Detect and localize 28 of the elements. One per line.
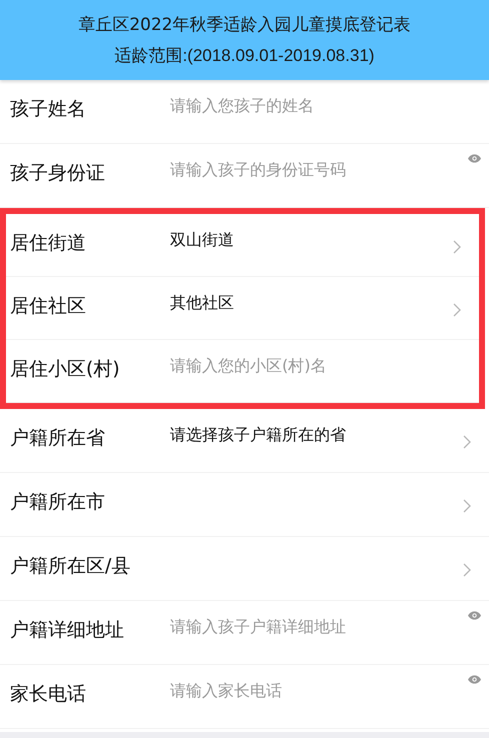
form-title: 章丘区2022年秋季适龄入园儿童摸底登记表 <box>78 14 411 36</box>
field-label: 居住街道 <box>10 231 87 256</box>
eye-icon[interactable] <box>468 154 481 163</box>
field-label: 户籍所在市 <box>10 490 106 515</box>
eye-icon[interactable] <box>468 675 481 684</box>
select-field[interactable]: 请选择孩子户籍所在的省 <box>170 421 489 462</box>
field-label: 户籍所在区/县 <box>10 554 132 579</box>
input-field[interactable]: 请输入您孩子的姓名 <box>170 92 440 119</box>
select-field[interactable]: 双山街道 <box>170 226 479 266</box>
field-label: 居住社区 <box>10 294 87 319</box>
field-label: 户籍详细地址 <box>10 618 125 643</box>
field-label: 孩子身份证 <box>10 161 106 186</box>
field-label: 户籍所在省 <box>10 426 106 451</box>
select-field[interactable]: 其他社区 <box>170 289 479 329</box>
input-field[interactable]: 请输入孩子的身份证号码 <box>170 156 440 183</box>
field-label: 家长电话 <box>10 682 87 707</box>
input-field[interactable]: 请输入家长电话 <box>170 677 440 704</box>
input-field[interactable]: 请输入您的小区(村)名 <box>170 352 440 379</box>
chevron-right-icon <box>463 435 471 449</box>
chevron-right-icon <box>463 563 471 577</box>
field-label: 居住小区(村) <box>10 357 121 382</box>
input-field[interactable]: 请输入孩子户籍详细地址 <box>170 613 440 640</box>
chevron-right-icon <box>453 303 461 317</box>
chevron-right-icon <box>453 240 461 254</box>
eye-icon[interactable] <box>468 611 481 620</box>
field-label: 孩子姓名 <box>10 97 87 122</box>
age-range-text: 适龄范围:(2018.09.01-2019.08.31) <box>114 45 374 67</box>
chevron-right-icon <box>463 499 471 513</box>
